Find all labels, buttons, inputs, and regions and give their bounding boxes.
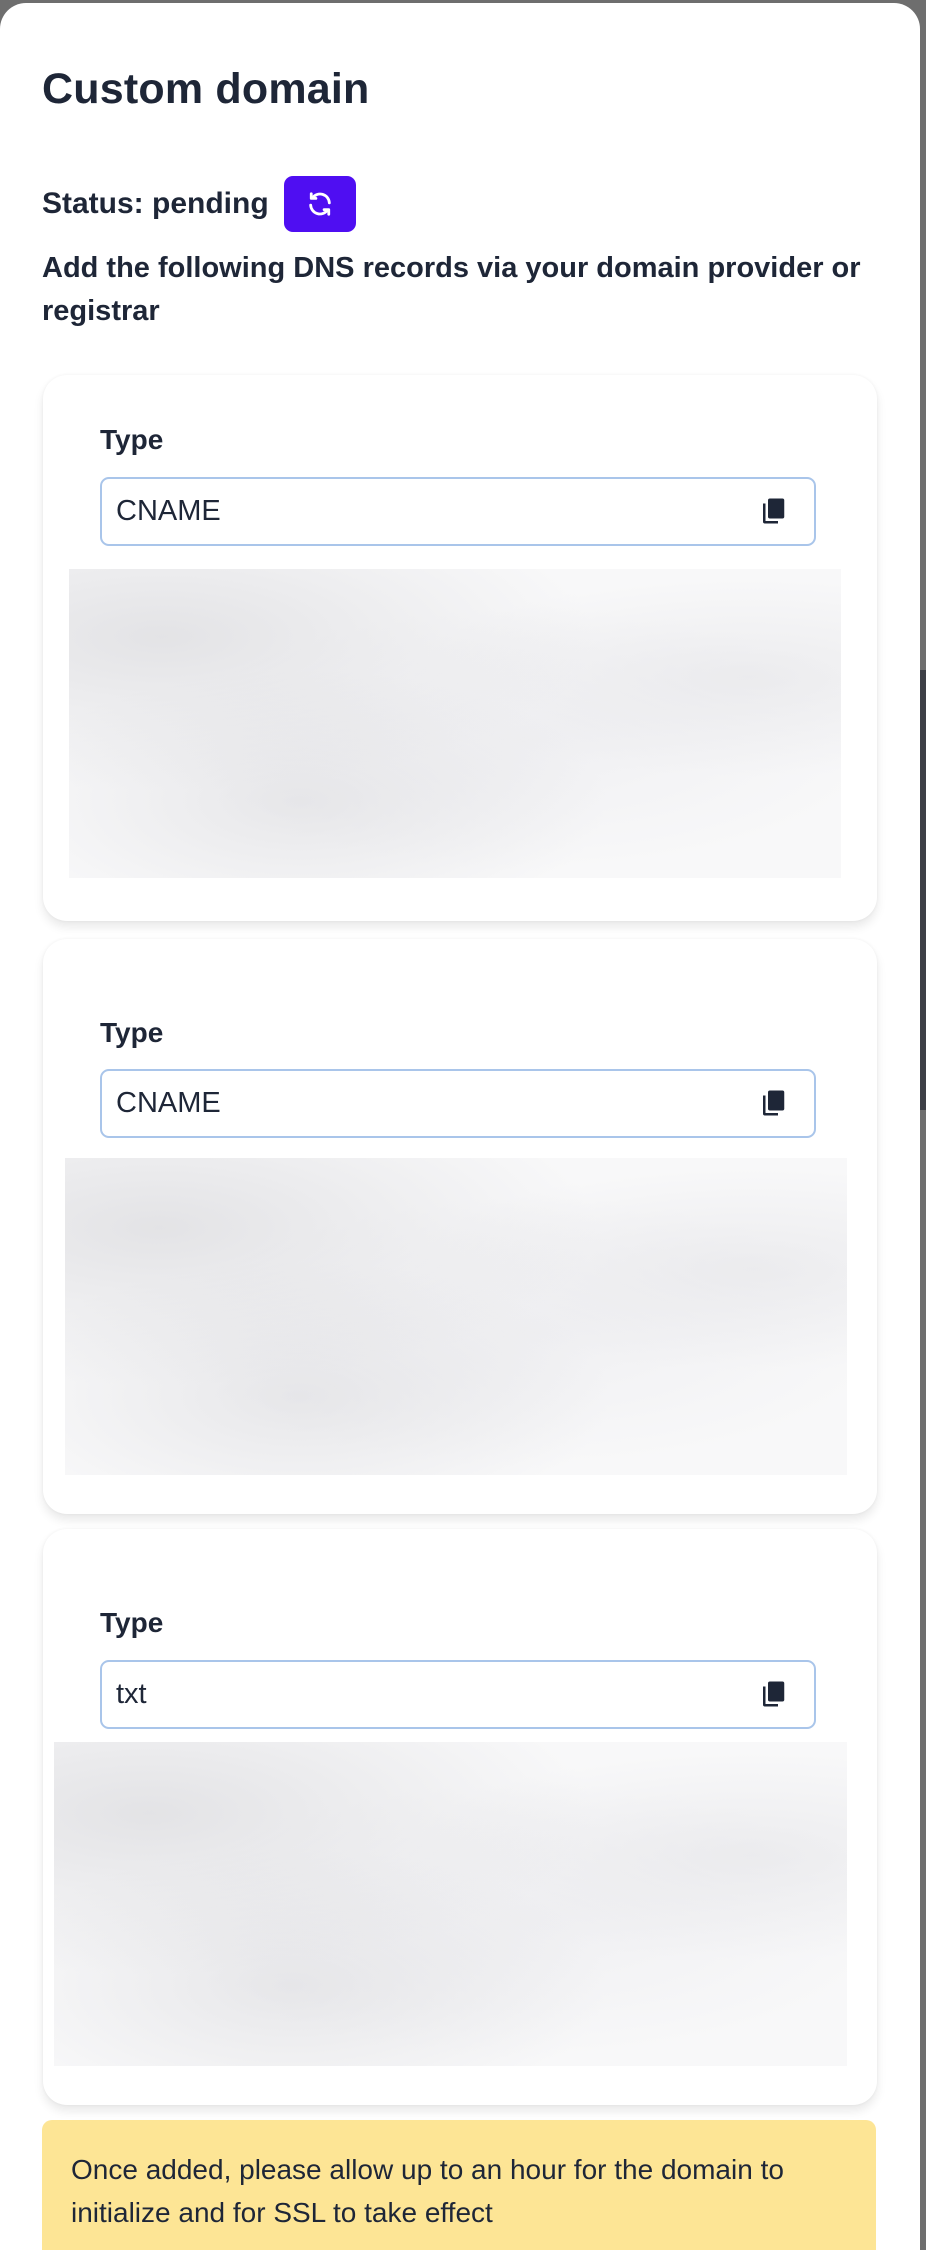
dns-record-card: Type CNAME <box>43 375 877 921</box>
record-type-label: Type <box>100 1607 164 1638</box>
dns-record-card: Type CNAME <box>43 939 877 1514</box>
propagation-notice: Once added, please allow up to an hour f… <box>42 2120 876 2250</box>
copy-icon[interactable] <box>758 1088 788 1118</box>
record-type-label: Type <box>100 424 164 455</box>
record-type-value: CNAME <box>116 1087 221 1119</box>
dns-instructions: Add the following DNS records via your d… <box>42 252 861 327</box>
record-type-value: txt <box>116 1678 147 1710</box>
custom-domain-modal: Custom domain Status: pending Add the fo… <box>0 3 920 2250</box>
copy-icon[interactable] <box>758 496 788 526</box>
record-type-field[interactable]: txt <box>100 1660 816 1729</box>
notice-text: Once added, please allow up to an hour f… <box>71 2154 784 2228</box>
record-type-label: Type <box>100 1017 164 1048</box>
refresh-icon <box>308 192 331 216</box>
record-type-field[interactable]: CNAME <box>100 477 816 546</box>
redacted-record-details <box>69 569 841 878</box>
redacted-record-details <box>65 1158 847 1475</box>
status-row: Status: pending <box>42 176 356 232</box>
redacted-record-details <box>54 1742 847 2066</box>
dns-record-card: Type txt <box>43 1529 877 2105</box>
page-title: Custom domain <box>42 65 370 113</box>
record-type-value: CNAME <box>116 495 221 527</box>
refresh-status-button[interactable] <box>283 176 356 232</box>
copy-icon[interactable] <box>758 1679 788 1709</box>
record-type-field[interactable]: CNAME <box>100 1069 816 1138</box>
status-text: Status: pending <box>42 187 269 220</box>
